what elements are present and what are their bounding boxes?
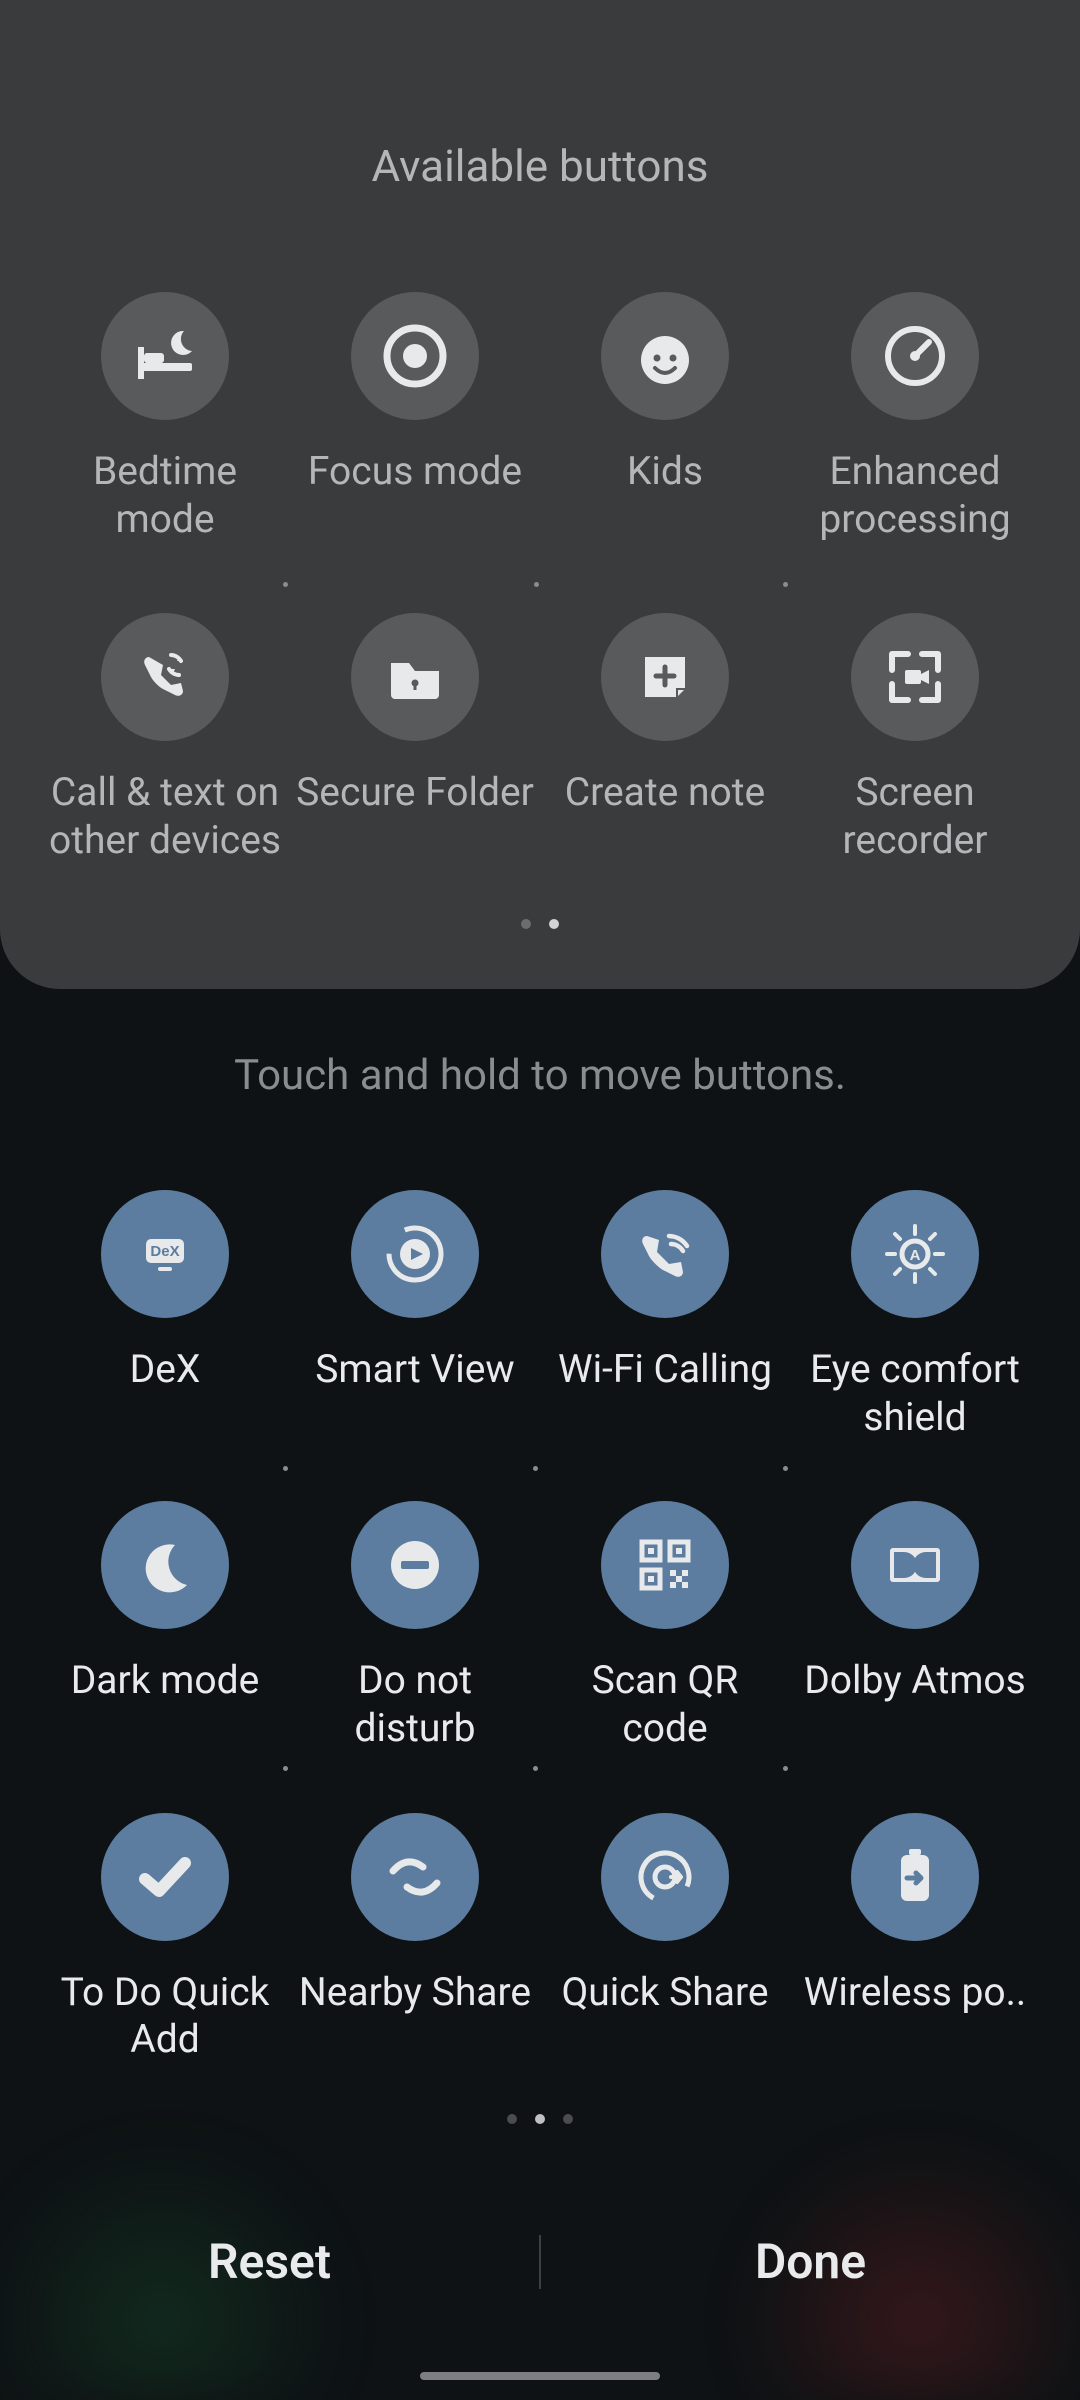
tile-label: Quick Share [561,1969,768,2017]
tile-label: Wireless po.. [804,1969,1026,2017]
grid-separator [283,1766,288,1771]
bed-moon-icon [101,292,229,420]
dolby-icon [851,1501,979,1629]
minus-circle-icon [351,1501,479,1629]
tile-label: Smart View [315,1346,514,1394]
nearby-share-icon [351,1813,479,1941]
tile-label: Call & text on other devices [45,769,285,864]
tile-kids[interactable]: Kids [540,292,790,543]
grid-separator [534,582,539,587]
tile-label: Scan QR code [545,1657,785,1752]
available-buttons-panel: Available buttons Bedtime mode [0,0,1080,989]
phone-wifi-icon [601,1190,729,1318]
tile-bedtime-mode[interactable]: Bedtime mode [40,292,290,543]
panel-title: Available buttons [0,140,1080,192]
tile-label: Create note [565,769,765,817]
grid-separator [533,1766,538,1771]
tile-label: Wi-Fi Calling [558,1346,772,1394]
dex-icon: DeX [101,1190,229,1318]
tile-label: Dolby Atmos [804,1657,1026,1705]
grid-separator [783,582,788,587]
tile-dark-mode[interactable]: Dark mode [40,1501,290,1752]
tile-label: Kids [627,448,703,496]
tile-smart-view[interactable]: Smart View [290,1190,540,1441]
grid-separator [783,1766,788,1771]
battery-share-icon [851,1813,979,1941]
tile-nearby-share[interactable]: Nearby Share [290,1813,540,2064]
done-button[interactable]: Done [541,2213,1080,2310]
tile-screen-recorder[interactable]: Screen recorder [790,613,1040,864]
tile-focus-mode[interactable]: Focus mode [290,292,540,543]
tile-wireless-power[interactable]: Wireless po.. [790,1813,1040,2064]
bottom-action-bar: Reset Done [0,2213,1080,2310]
cast-play-icon [351,1190,479,1318]
instruction-text: Touch and hold to move buttons. [0,1051,1080,1100]
tile-label: Secure Folder [296,769,534,817]
tile-eye-comfort-shield[interactable]: A Eye comfort shield [790,1190,1040,1441]
gauge-icon [851,292,979,420]
tile-label: Screen recorder [795,769,1035,864]
page-dot [507,2114,517,2124]
tile-dolby-atmos[interactable]: Dolby Atmos [790,1501,1040,1752]
folder-lock-icon [351,613,479,741]
page-dot [521,919,531,929]
target-icon [351,292,479,420]
tile-label: Dark mode [71,1657,260,1705]
available-grid: Bedtime mode Focus mode [0,292,1080,864]
grid-separator [283,1466,288,1471]
svg-text:A: A [910,1247,921,1264]
tile-label: Bedtime mode [45,448,285,543]
tile-to-do-quick-add[interactable]: To Do Quick Add [40,1813,290,2064]
active-page-indicator[interactable] [40,2114,1040,2124]
tile-quick-share[interactable]: Quick Share [540,1813,790,2064]
available-page-indicator[interactable] [0,919,1080,929]
reset-button[interactable]: Reset [0,2213,539,2310]
screen-record-icon [851,613,979,741]
active-buttons-panel: DeX DeX Smart View [0,1190,1080,2123]
moon-icon [101,1501,229,1629]
tile-scan-qr-code[interactable]: Scan QR code [540,1501,790,1752]
tile-label: Eye comfort shield [795,1346,1035,1441]
tile-label: Enhanced processing [795,448,1035,543]
check-icon [101,1813,229,1941]
grid-separator [533,1466,538,1471]
tile-do-not-disturb[interactable]: Do not disturb [290,1501,540,1752]
tile-secure-folder[interactable]: Secure Folder [290,613,540,864]
tile-label: To Do Quick Add [45,1969,285,2064]
grid-separator [783,1466,788,1471]
page-dot [563,2114,573,2124]
page-dot-active [549,919,559,929]
phone-sync-icon [101,613,229,741]
tile-call-text-other-devices[interactable]: Call & text on other devices [40,613,290,864]
navigation-handle[interactable] [420,2372,660,2380]
tile-label: Focus mode [308,448,522,496]
grid-separator [283,582,288,587]
eye-comfort-icon: A [851,1190,979,1318]
tile-label: DeX [130,1346,201,1394]
tile-enhanced-processing[interactable]: Enhanced processing [790,292,1040,543]
tile-dex[interactable]: DeX DeX [40,1190,290,1441]
note-plus-icon [601,613,729,741]
tile-label: Nearby Share [299,1969,531,2017]
tile-wifi-calling[interactable]: Wi-Fi Calling [540,1190,790,1441]
page-dot-active [535,2114,545,2124]
active-grid: DeX DeX Smart View [40,1190,1040,2063]
tile-label: Do not disturb [295,1657,535,1752]
tile-create-note[interactable]: Create note [540,613,790,864]
qr-icon [601,1501,729,1629]
kid-face-icon [601,292,729,420]
quick-share-icon [601,1813,729,1941]
svg-text:DeX: DeX [150,1243,179,1260]
